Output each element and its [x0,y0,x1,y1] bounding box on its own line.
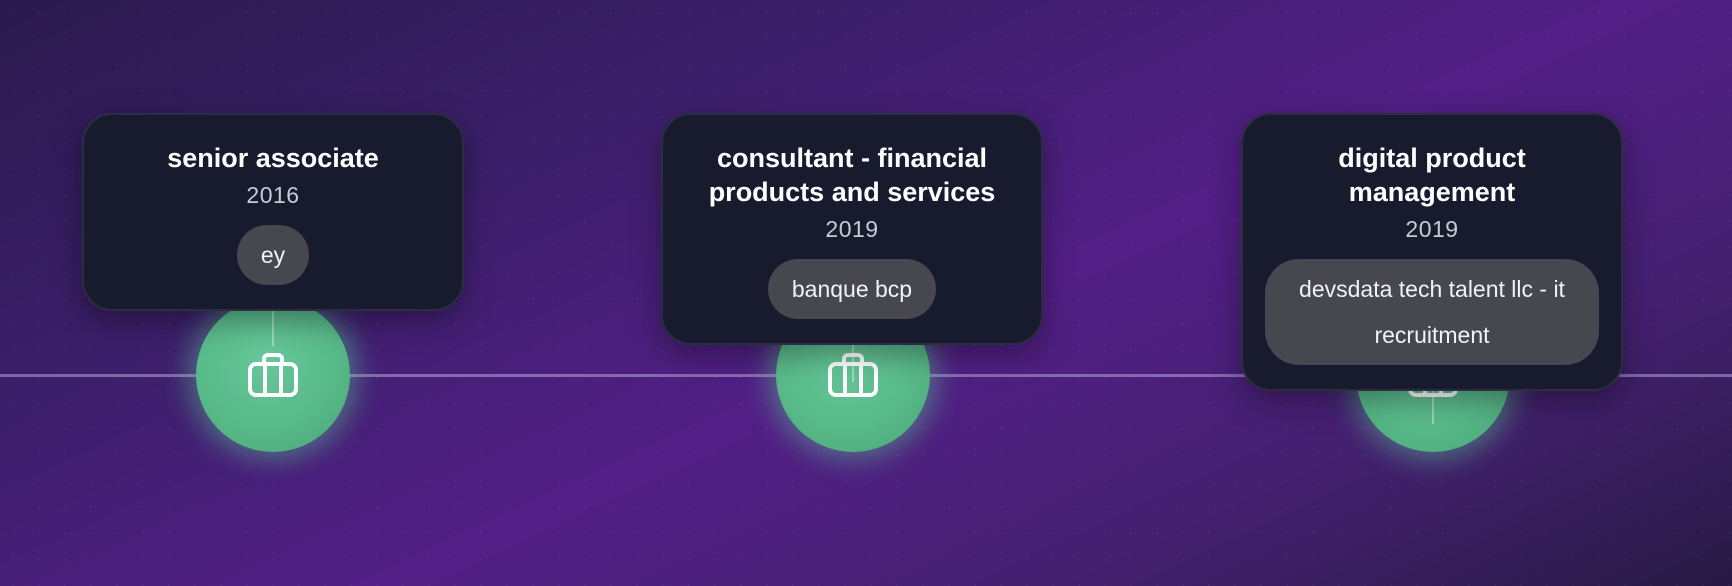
timeline-card[interactable]: consultant - financial products and serv… [661,113,1043,345]
job-title: senior associate [167,143,379,173]
node-connector [1432,386,1434,424]
timeline-card[interactable]: digital product management 2019 devsdata… [1241,113,1623,391]
experience-timeline: senior associate 2016 ey consultant - fi… [0,0,1732,586]
briefcase-icon [248,353,298,397]
job-year: 2016 [246,182,300,208]
company-badge: ey [236,225,310,285]
company-badge: devsdata tech talent llc - it recruitmen… [1265,259,1599,365]
job-year: 2019 [825,216,879,242]
company-badge: banque bcp [767,259,937,319]
job-title: consultant - financial products and serv… [708,143,996,207]
timeline-card[interactable]: senior associate 2016 ey [82,113,464,311]
job-year: 2019 [1405,216,1459,242]
job-title: digital product management [1338,143,1526,207]
node-connector [852,340,854,382]
